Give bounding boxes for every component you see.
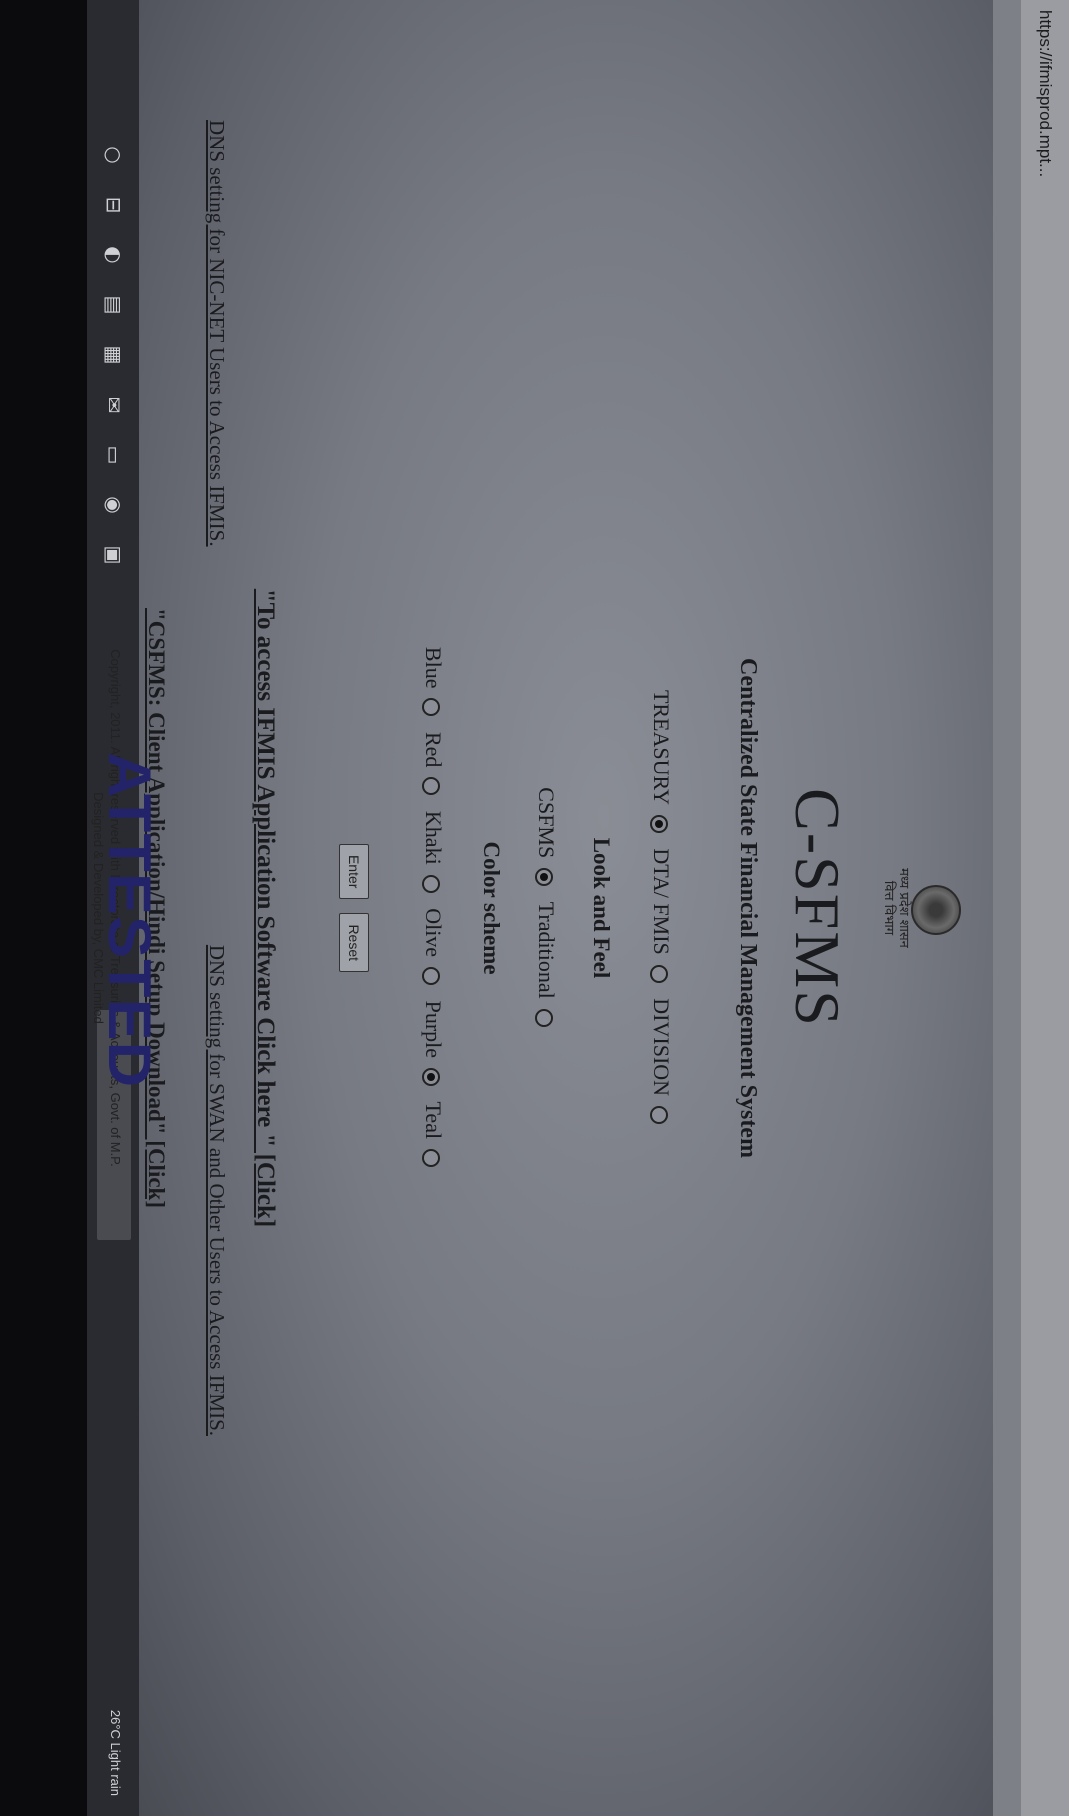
reset-button[interactable]: Reset — [339, 913, 369, 973]
radio-label-csfms: CSFMS — [534, 787, 559, 859]
state-emblem-icon — [911, 885, 961, 935]
enter-button[interactable]: Enter — [339, 843, 369, 900]
radio-treasury[interactable] — [650, 814, 669, 833]
address-bar[interactable]: https://ifmisprod.mpt... — [1019, 0, 1069, 1816]
radio-dta-fmis[interactable] — [650, 964, 669, 983]
radio-khaki[interactable] — [422, 874, 441, 893]
radio-teal[interactable] — [422, 1149, 441, 1168]
emblem-caption-line2: वित्त विभाग — [881, 880, 896, 936]
address-url[interactable]: https://ifmisprod.mpt... — [1035, 10, 1055, 177]
emblem-caption-line1: मध्य प्रदेश शासन — [896, 868, 911, 948]
radio-label-red: Red — [421, 731, 446, 768]
look-and-feel-group: CSFMS Traditional — [533, 0, 559, 1816]
ifmis-access-link-row: "To access IFMIS Application Software Cl… — [251, 0, 279, 1816]
page-subtitle: Centralized State Financial Management S… — [735, 658, 761, 1158]
radio-blue[interactable] — [422, 698, 441, 717]
rotated-screen: https://ifmisprod.mpt... मध्य प्रदेश शास… — [0, 0, 1069, 1816]
emblem-caption: मध्य प्रदेश शासन वित्त विभाग — [881, 0, 911, 1816]
ifmis-access-link[interactable]: "To access IFMIS Application Software Cl… — [252, 589, 279, 1227]
radio-label-dta-fmis: DTA/ FMIS — [649, 848, 674, 955]
look-and-feel-heading: Look and Feel — [589, 837, 614, 979]
radio-label-olive: Olive — [421, 908, 446, 958]
radio-label-division: DIVISION — [649, 998, 674, 1097]
browser-strip — [993, 0, 1021, 1816]
radio-label-khaki: Khaki — [421, 810, 446, 865]
dns-nic-net-link[interactable]: DNS setting for NIC-NET Users to Access … — [204, 120, 229, 547]
radio-red[interactable] — [422, 777, 441, 796]
radio-division[interactable] — [650, 1106, 669, 1125]
color-scheme-heading: Color scheme — [479, 841, 504, 975]
office-type-group: TREASURY DTA/ FMIS DIVISION — [648, 0, 674, 1816]
radio-csfms[interactable] — [535, 868, 554, 887]
color-scheme-group: Blue Red Khaki Olive Purple Teal — [420, 0, 446, 1816]
attested-stamp: ATTESTED — [96, 751, 163, 1089]
radio-label-blue: Blue — [421, 646, 446, 689]
page-title: C-SFMS — [782, 788, 853, 1028]
form-buttons: Enter Reset — [339, 0, 369, 1816]
radio-traditional[interactable] — [535, 1008, 554, 1027]
radio-olive[interactable] — [422, 967, 441, 986]
radio-label-traditional: Traditional — [534, 901, 559, 999]
radio-purple[interactable] — [422, 1068, 441, 1087]
radio-label-treasury: TREASURY — [649, 689, 674, 805]
dns-swan-link[interactable]: DNS setting for SWAN and Other Users to … — [204, 945, 229, 1436]
radio-label-teal: Teal — [421, 1101, 446, 1140]
radio-label-purple: Purple — [421, 1000, 446, 1059]
page: https://ifmisprod.mpt... मध्य प्रदेश शास… — [139, 0, 1069, 1816]
